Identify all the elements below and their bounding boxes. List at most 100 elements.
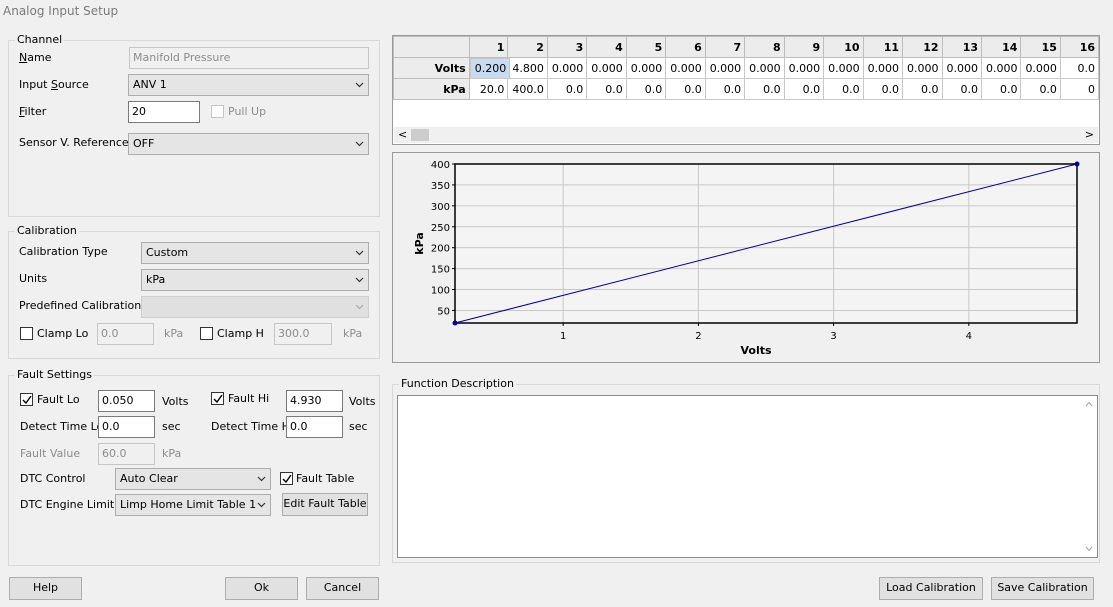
clamp-lo-unit: kPa <box>164 327 184 340</box>
table-cell[interactable]: 0.0 <box>625 78 667 100</box>
units-select[interactable]: kPa <box>141 269 369 291</box>
y-tick-label: 400 <box>431 160 450 171</box>
fault-table-checkbox[interactable] <box>280 472 293 485</box>
fault-hi-field[interactable]: 4.930 <box>286 390 343 412</box>
table-cell[interactable]: 0.000 <box>902 57 943 79</box>
table-cell[interactable]: 0.0 <box>546 78 588 100</box>
clamp-lo-checkbox[interactable] <box>20 327 33 340</box>
edit-fault-table-button[interactable]: Edit Fault Table <box>282 493 368 516</box>
dtc-control-label: DTC Control <box>20 472 86 485</box>
y-tick-label: 150 <box>431 265 450 276</box>
function-description-textarea[interactable] <box>397 395 1098 558</box>
table-cell[interactable]: 0.000 <box>1020 57 1061 79</box>
calibration-group-title: Calibration <box>15 224 79 237</box>
horizontal-scrollbar[interactable]: < > <box>394 127 1098 143</box>
chevron-down-icon[interactable] <box>1085 546 1093 552</box>
name-label: Name <box>19 51 52 64</box>
sensor-ref-value: OFF <box>133 137 155 150</box>
filter-field[interactable]: 20 <box>128 101 200 123</box>
calibration-type-select[interactable]: Custom <box>141 242 369 264</box>
help-button[interactable]: Help <box>9 577 82 600</box>
scrollbar-thumb[interactable] <box>411 129 429 141</box>
cancel-button[interactable]: Cancel <box>306 577 379 600</box>
predefined-label: Predefined Calibration <box>19 299 142 312</box>
fault-value-field[interactable]: 60.0 <box>98 443 155 465</box>
pull-up-checkbox[interactable] <box>211 105 224 118</box>
data-point <box>1074 161 1080 167</box>
chevron-down-icon <box>355 304 364 310</box>
table-cell[interactable]: 0.0 <box>704 78 746 100</box>
table-cell[interactable]: 0.000 <box>704 57 746 79</box>
table-cell[interactable]: 0.0 <box>902 78 943 100</box>
table-cell[interactable]: 4.800 <box>507 57 548 79</box>
predefined-select[interactable] <box>141 296 369 318</box>
load-calibration-button[interactable]: Load Calibration <box>879 577 983 600</box>
table-cell[interactable]: 0.000 <box>941 57 983 79</box>
table-cell[interactable]: 0.000 <box>586 57 627 79</box>
clamp-lo-label: Clamp Lo <box>37 327 89 340</box>
table-cell[interactable]: 0.0 <box>586 78 627 100</box>
scroll-left-arrow[interactable]: < <box>398 128 407 141</box>
table-cell[interactable]: 0.000 <box>862 57 904 79</box>
calibration-type-value: Custom <box>146 246 189 259</box>
table-cell[interactable]: 0.000 <box>783 57 825 79</box>
table-cell[interactable]: 0.0 <box>823 78 864 100</box>
scroll-right-arrow[interactable]: > <box>1085 128 1094 141</box>
save-calibration-button[interactable]: Save Calibration <box>991 577 1094 600</box>
sensor-ref-select[interactable]: OFF <box>128 133 369 155</box>
table-cell[interactable]: 0.000 <box>744 57 785 79</box>
table-cell[interactable]: 0.000 <box>665 57 706 79</box>
x-axis-label: Volts <box>740 344 771 357</box>
clamp-hi-field[interactable]: 300.0 <box>274 323 332 345</box>
calibration-chart: 1 2 3 4 50 100 150 200 250 300 350 400 Volts kPa <box>413 160 1080 357</box>
vertical-scrollbar[interactable] <box>1081 396 1097 557</box>
dtc-control-select[interactable]: Auto Clear <box>115 468 271 490</box>
fault-lo-field[interactable]: 0.050 <box>98 390 155 412</box>
fault-lo-checkbox[interactable] <box>20 393 33 406</box>
name-field[interactable]: Manifold Pressure <box>129 47 369 69</box>
detect-lo-field[interactable]: 0.0 <box>98 416 155 438</box>
table-cell[interactable]: 0.0 <box>783 78 825 100</box>
clamp-hi-checkbox[interactable] <box>200 327 213 340</box>
detect-hi-field[interactable]: 0.0 <box>286 416 343 438</box>
table-cell[interactable]: 400.0 <box>507 78 548 100</box>
table-cell[interactable]: 0.000 <box>823 57 864 79</box>
chevron-down-icon <box>355 141 364 147</box>
table-cell[interactable]: 0.0 <box>941 78 983 100</box>
input-source-value: ANV 1 <box>133 78 167 91</box>
table-cell[interactable]: 20.0 <box>468 78 509 100</box>
table-cell[interactable]: 0.000 <box>625 57 667 79</box>
x-tick-label: 1 <box>560 331 566 342</box>
checkmark-icon <box>282 474 292 484</box>
window-title: Analog Input Setup <box>3 4 119 18</box>
detect-hi-unit: sec <box>349 420 368 433</box>
table-cell[interactable]: 0.0 <box>744 78 785 100</box>
clamp-lo-field[interactable]: 0.0 <box>97 323 154 345</box>
dtc-limit-select[interactable]: Limp Home Limit Table 1 <box>115 494 271 516</box>
chevron-down-icon <box>355 82 364 88</box>
chevron-down-icon <box>355 277 364 283</box>
table-cell[interactable]: 0.0 <box>1020 78 1061 100</box>
fault-hi-checkbox[interactable] <box>211 392 224 405</box>
table-cell[interactable]: 0.0 <box>1059 57 1099 79</box>
table-cell[interactable]: 0.0 <box>862 78 904 100</box>
units-value: kPa <box>146 273 166 286</box>
row-header: Volts <box>393 57 470 79</box>
y-tick-label: 100 <box>431 286 450 297</box>
chevron-up-icon[interactable] <box>1085 401 1093 407</box>
calibration-table[interactable]: 1 2 3 4 5 6 7 8 9 10 11 12 13 14 15 16 Volts 0.200 4.800 0.… <box>392 35 1100 145</box>
ok-button[interactable]: Ok <box>225 577 298 600</box>
table-cell[interactable]: 0.000 <box>980 57 1022 79</box>
column-header: 5 <box>625 36 667 58</box>
input-source-select[interactable]: ANV 1 <box>128 74 369 96</box>
table-cell[interactable]: 0.0 <box>980 78 1022 100</box>
table-cell[interactable]: 0.0 <box>665 78 706 100</box>
column-header: 3 <box>546 36 588 58</box>
chevron-down-icon <box>355 250 364 256</box>
column-header: 13 <box>941 36 983 58</box>
table-cell[interactable]: 0 <box>1059 78 1099 100</box>
y-tick-label: 50 <box>437 306 450 317</box>
table-row: Volts 0.200 4.800 0.000 0.000 0.000 0.000 0.000… <box>393 57 1099 79</box>
table-cell[interactable]: 0.000 <box>546 57 588 79</box>
table-cell[interactable]: 0.200 <box>469 58 511 79</box>
